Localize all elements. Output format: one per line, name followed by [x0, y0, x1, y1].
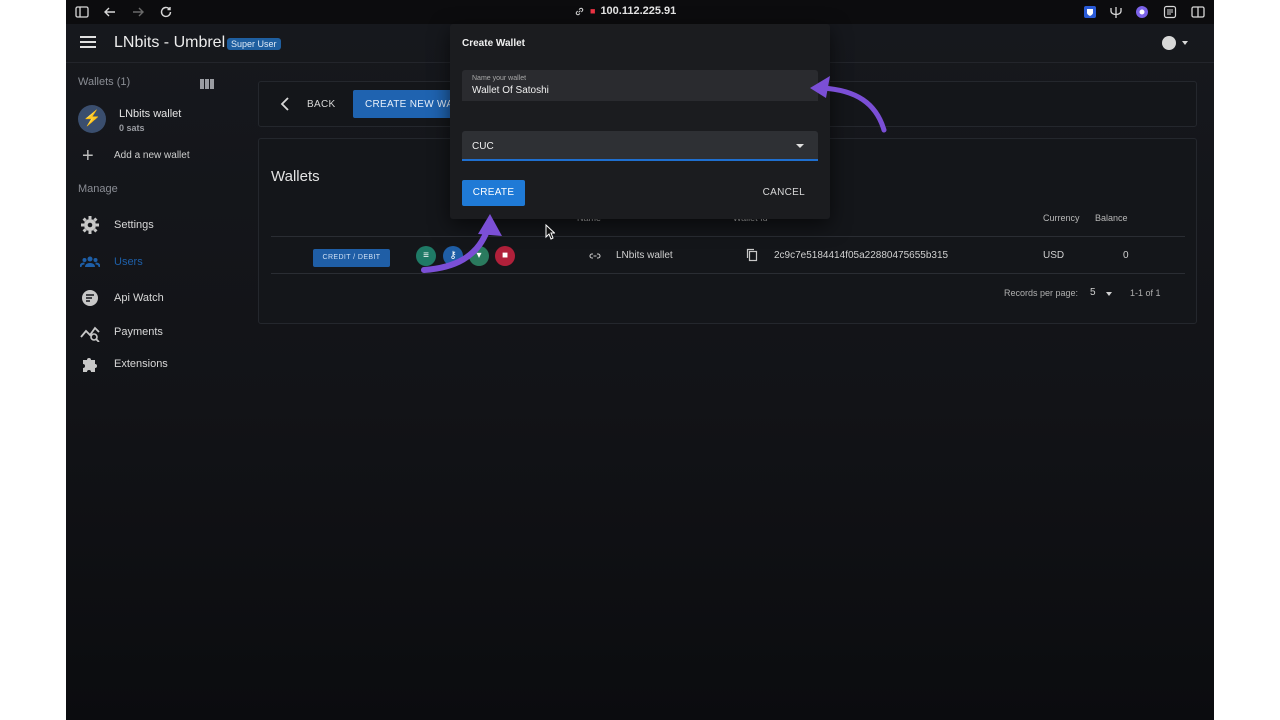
wallet-name-cell: LNbits wallet: [616, 250, 673, 261]
records-per-page-label: Records per page:: [1004, 288, 1079, 298]
screen-frame: ■ 100.112.225.91 LNbits - Umbrel Super U…: [66, 0, 1214, 720]
annotation-arrow-icon: [421, 214, 502, 273]
wallet-name-field[interactable]: Name your wallet: [462, 70, 818, 101]
dialog-title: Create Wallet: [462, 38, 525, 49]
sidebar-label-payments: Payments: [114, 326, 163, 338]
balance-cell: 0: [1123, 250, 1129, 261]
address-bar[interactable]: ■ 100.112.225.91: [574, 5, 676, 17]
chevron-left-icon[interactable]: [279, 96, 291, 112]
bitwarden-extension-icon[interactable]: [1082, 4, 1098, 20]
chevron-down-icon[interactable]: [1106, 292, 1112, 296]
sidebar-item-users[interactable]: Users: [66, 248, 244, 276]
columns-view-icon[interactable]: [200, 79, 214, 89]
sidebar-item-api-watch[interactable]: Api Watch: [66, 284, 244, 312]
sidebar: Wallets (1) ⚡ LNbits wallet 0 sats + Add…: [66, 63, 244, 720]
column-header-currency[interactable]: Currency: [1043, 213, 1080, 223]
app-title: LNbits - Umbrel: [114, 34, 226, 51]
credit-debit-button[interactable]: CREDIT / DEBIT: [313, 249, 390, 267]
api-watch-icon: [82, 290, 98, 306]
mouse-cursor-icon: [545, 224, 555, 240]
create-button[interactable]: CREATE: [462, 180, 525, 206]
gear-icon: [81, 216, 99, 234]
link-icon[interactable]: [589, 250, 601, 262]
cancel-button[interactable]: CANCEL: [763, 187, 805, 198]
hamburger-menu-icon[interactable]: [80, 36, 96, 50]
sidebar-label-extensions: Extensions: [114, 358, 168, 370]
column-header-balance[interactable]: Balance: [1095, 213, 1128, 223]
reload-icon[interactable]: [158, 4, 174, 20]
payments-chart-icon: [80, 326, 100, 342]
plus-icon: +: [82, 145, 94, 167]
currency-cell: USD: [1043, 250, 1065, 261]
manage-heading: Manage: [78, 183, 118, 195]
table-header-divider: [271, 236, 1185, 237]
sidebar-wallet-balance: 0 sats: [119, 123, 145, 133]
chevron-down-icon[interactable]: [796, 144, 804, 148]
create-wallet-dialog: Create Wallet Name your wallet CUC CREAT…: [450, 24, 830, 219]
pagination-range: 1-1 of 1: [1130, 288, 1161, 298]
sidebar-item-extensions[interactable]: Extensions: [66, 350, 244, 378]
create-new-wallet-button[interactable]: CREATE NEW WALLET: [353, 90, 463, 118]
purple-extension-icon[interactable]: [1134, 4, 1150, 20]
wallet-id-cell: 2c9c7e5184414f05a22880475655b315: [774, 250, 949, 261]
sidebar-label-users: Users: [114, 256, 143, 268]
reader-icon[interactable]: [1162, 4, 1178, 20]
forward-arrow-icon[interactable]: [130, 4, 146, 20]
wallets-heading: Wallets (1): [78, 76, 131, 88]
add-wallet-label: Add a new wallet: [114, 150, 190, 161]
sidebar-item-payments[interactable]: Payments: [66, 318, 244, 346]
browser-toolbar: ■ 100.112.225.91: [66, 0, 1214, 24]
psi-extension-icon[interactable]: [1108, 4, 1124, 20]
account-caret-icon[interactable]: [1182, 41, 1188, 45]
sidebar-label-settings: Settings: [114, 219, 154, 231]
sidebar-item-settings[interactable]: Settings: [66, 211, 244, 239]
currency-selected-value: CUC: [472, 141, 494, 152]
account-icon[interactable]: [1162, 36, 1176, 50]
records-per-page-select[interactable]: 5: [1090, 287, 1096, 298]
currency-select[interactable]: CUC: [462, 131, 818, 161]
back-button[interactable]: BACK: [307, 99, 335, 110]
lightning-bolt-icon: ⚡: [78, 105, 106, 133]
table-row-divider: [271, 273, 1185, 274]
super-user-badge: Super User: [227, 38, 281, 50]
address-text: 100.112.225.91: [600, 5, 677, 17]
sidebar-wallet-name: LNbits wallet: [119, 108, 182, 120]
back-arrow-icon[interactable]: [102, 4, 118, 20]
users-icon: [80, 256, 100, 268]
insecure-lock-icon: ■: [590, 6, 596, 16]
annotation-arrow-icon: [810, 76, 887, 133]
link-icon: [575, 7, 584, 15]
sidebar-label-api-watch: Api Watch: [114, 292, 164, 304]
puzzle-icon: [83, 358, 97, 372]
wallets-title: Wallets: [271, 168, 320, 185]
sidebar-toggle-icon[interactable]: [74, 4, 90, 20]
wallet-name-label: Name your wallet: [472, 75, 527, 82]
wallet-name-input[interactable]: [472, 85, 802, 96]
copy-icon[interactable]: [746, 248, 758, 262]
split-view-icon[interactable]: [1190, 4, 1206, 20]
